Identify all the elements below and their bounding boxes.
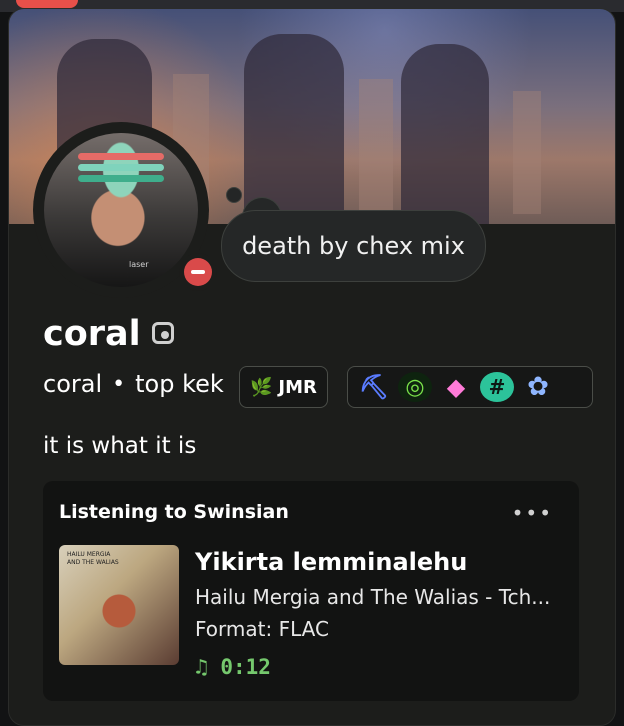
do-not-disturb-icon xyxy=(179,253,217,291)
quest-badge[interactable]: ✿ xyxy=(521,372,555,402)
speech-bubble-dot xyxy=(226,187,242,203)
activity-menu-button[interactable]: ••• xyxy=(512,501,553,525)
avatar-shirt-text: laser xyxy=(129,260,149,269)
pronouns: top kek xyxy=(135,370,224,398)
avatar-ring[interactable]: laser xyxy=(33,122,217,298)
album-cover[interactable]: HAILU MERGIA AND THE WALIAS xyxy=(59,545,179,665)
nickname-icon xyxy=(152,322,174,344)
nitro-badge[interactable]: ◎ xyxy=(398,372,432,402)
guild-tag[interactable]: 🌿 JMR xyxy=(239,366,328,408)
display-name: coral xyxy=(43,314,141,354)
guild-tag-label: JMR xyxy=(278,376,317,398)
window-accent-tab xyxy=(16,0,78,8)
badges-group: ⛏ ◎ ◆ # ✿ xyxy=(347,366,593,408)
guild-tag-icon: 🌿 xyxy=(250,376,273,398)
bio-text: it is what it is xyxy=(43,433,197,459)
gem-badge[interactable]: ◆ xyxy=(439,372,473,402)
avatar: laser xyxy=(44,133,198,287)
activity-header: Listening to Swinsian xyxy=(59,501,289,523)
username-row: coral • top kek xyxy=(43,370,224,398)
elapsed-time: 0:12 xyxy=(220,655,271,679)
custom-status-bubble: death by chex mix xyxy=(221,210,486,282)
song-format: Format: FLAC xyxy=(195,617,329,641)
song-artist: Hailu Mergia and The Walias - Tch... xyxy=(195,585,551,609)
username: coral xyxy=(43,370,103,398)
song-title: Yikirta lemminalehu xyxy=(195,548,468,576)
album-cover-text: HAILU MERGIA AND THE WALIAS xyxy=(67,551,119,566)
profile-card: laser death by chex mix coral coral • to… xyxy=(8,8,616,726)
activity-card: Listening to Swinsian ••• HAILU MERGIA A… xyxy=(43,481,579,701)
hashtag-badge[interactable]: # xyxy=(480,372,514,402)
music-note-icon: ♫ xyxy=(195,655,208,679)
active-developer-badge[interactable]: ⛏ xyxy=(357,372,391,402)
separator-dot: • xyxy=(112,371,126,397)
activity-timer: ♫ 0:12 xyxy=(195,655,271,679)
